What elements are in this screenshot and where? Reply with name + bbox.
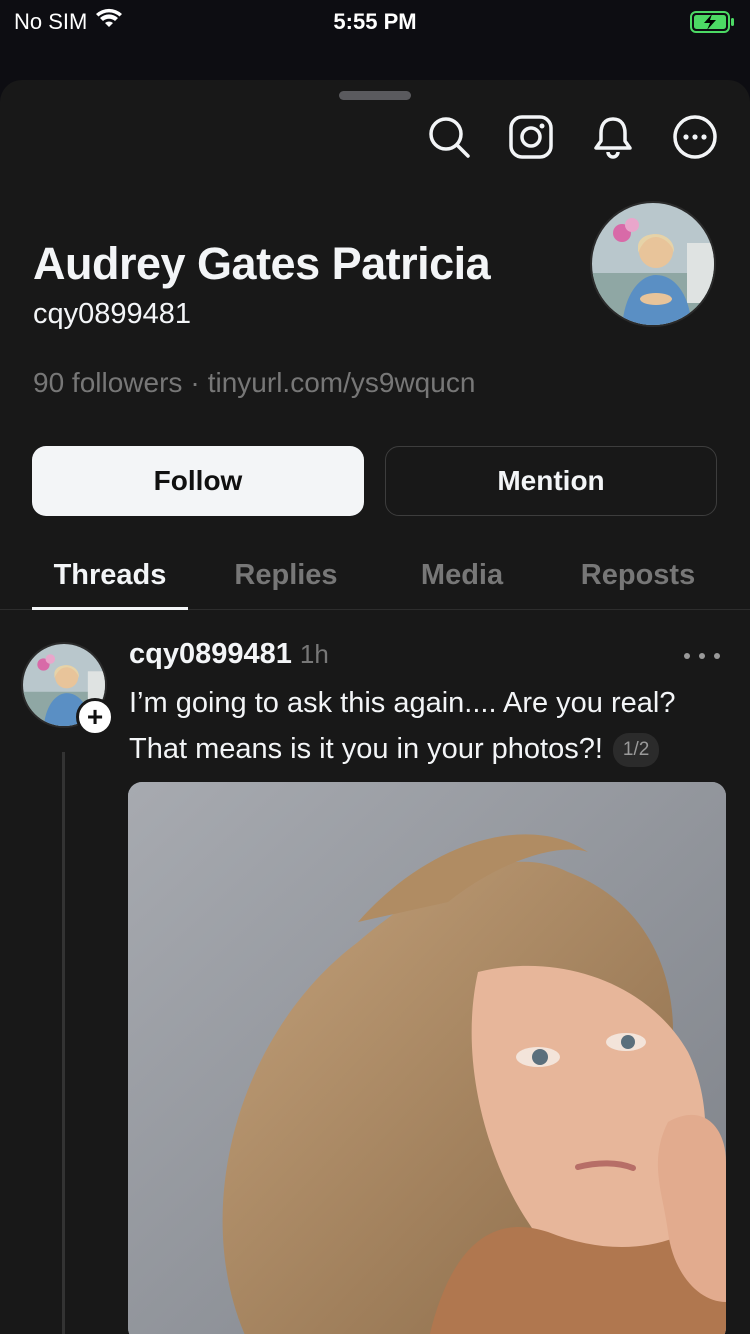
search-icon[interactable] [426,114,472,160]
status-left: No SIM [14,8,123,36]
post-header: cqy0899481 1h [129,638,329,671]
mention-button[interactable]: Mention [385,446,717,516]
post-username[interactable]: cqy0899481 [129,638,292,671]
battery-charging-icon [690,10,736,34]
profile-handle: cqy0899481 [33,298,192,330]
status-bar: No SIM 5:55 PM [0,0,750,44]
top-actions [426,114,718,160]
active-tab-indicator [32,607,188,610]
post-image[interactable] [128,782,726,1334]
instagram-icon[interactable] [508,114,554,160]
thread-line [62,752,65,1334]
follow-plus-icon[interactable]: + [76,698,114,736]
profile-meta: 90 followers · tinyurl.com/ys9wqucn [33,367,475,399]
post-text: I’m going to ask this again.... Are you … [129,680,719,772]
tab-reposts[interactable]: Reposts [560,540,716,610]
post-time: 1h [299,639,329,669]
tab-threads[interactable]: Threads [32,540,188,610]
follow-button[interactable]: Follow [32,446,364,516]
followers-count[interactable]: 90 followers [33,367,182,399]
wifi-icon [95,8,123,36]
bell-icon[interactable] [590,114,636,160]
tab-media[interactable]: Media [384,540,540,610]
profile-sheet: Audrey Gates Patricia cqy0899481 90 foll… [0,80,750,1334]
sheet-grabber[interactable] [339,91,411,100]
post-more-icon[interactable] [684,646,720,666]
meta-separator: · [190,367,200,398]
profile-name: Audrey Gates Patricia [33,238,491,289]
more-options-icon[interactable] [672,114,718,160]
tab-replies[interactable]: Replies [208,540,364,610]
page-indicator: 1/2 [612,733,660,768]
post-body: I’m going to ask this again.... Are you … [129,687,676,765]
carrier-label: No SIM [14,9,88,34]
profile-link[interactable]: tinyurl.com/ys9wqucn [208,367,476,399]
profile-avatar[interactable] [590,201,716,327]
profile-tabs: Threads Replies Media Reposts [0,540,750,610]
